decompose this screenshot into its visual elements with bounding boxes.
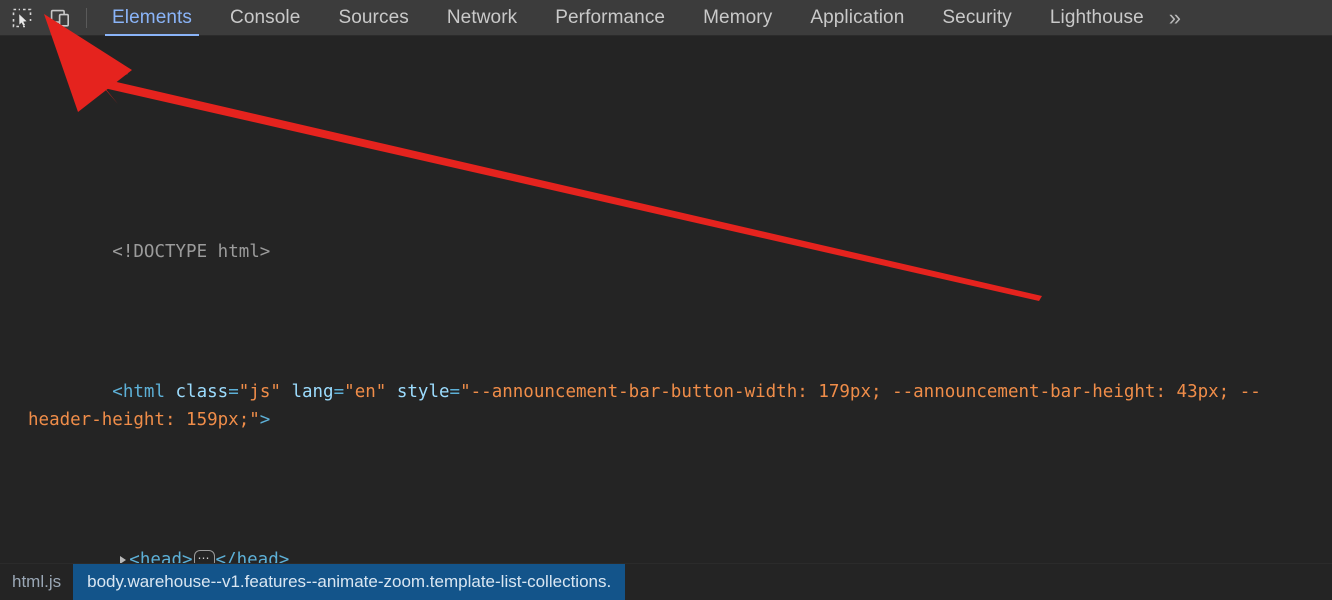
- tab-sources[interactable]: Sources: [319, 0, 427, 36]
- breadcrumb-item-html-label: html.js: [12, 572, 61, 592]
- devtools-tool-icons: [0, 0, 93, 36]
- tab-network[interactable]: Network: [428, 0, 536, 36]
- tab-lighthouse[interactable]: Lighthouse: [1031, 0, 1163, 36]
- devtools-tab-list: Elements Console Sources Network Perform…: [93, 0, 1332, 36]
- dom-node-head[interactable]: <head>⋯</head>: [0, 518, 1332, 546]
- toolbar-divider: [86, 8, 87, 28]
- tab-performance[interactable]: Performance: [536, 0, 684, 36]
- head-close-tag: </head>: [216, 550, 290, 564]
- breadcrumb-item-html[interactable]: html.js: [0, 564, 73, 600]
- tab-performance-label: Performance: [555, 7, 665, 29]
- tab-network-label: Network: [447, 7, 517, 29]
- tab-security[interactable]: Security: [923, 0, 1030, 36]
- tab-elements-label: Elements: [112, 7, 192, 29]
- tab-elements[interactable]: Elements: [93, 0, 211, 36]
- tab-console-label: Console: [230, 7, 300, 29]
- tab-application[interactable]: Application: [791, 0, 923, 36]
- html-attr-class-value: "js": [239, 382, 281, 402]
- dom-node-doctype[interactable]: <!DOCTYPE html>: [0, 210, 1332, 238]
- tab-lighthouse-label: Lighthouse: [1050, 7, 1144, 29]
- html-tag-open: <html: [112, 382, 175, 402]
- dom-node-html[interactable]: <html class="js" lang="en" style="--anno…: [0, 350, 1332, 406]
- inspect-element-glyph: [12, 8, 32, 28]
- breadcrumb-item-body-label: body.warehouse--v1.features--animate-zoo…: [87, 572, 611, 592]
- more-tabs-label: »: [1169, 5, 1181, 31]
- html-tag-close: >: [260, 410, 271, 430]
- html-attr-class-name: class: [176, 382, 229, 402]
- tab-console[interactable]: Console: [211, 0, 319, 36]
- html-attr-lang-value: "en": [344, 382, 386, 402]
- collapsed-children-badge[interactable]: ⋯: [194, 550, 215, 564]
- breadcrumb: html.js body.warehouse--v1.features--ani…: [0, 563, 1332, 600]
- dom-tree-pane[interactable]: <!DOCTYPE html> <html class="js" lang="e…: [0, 36, 1332, 564]
- head-open-tag: <head>: [129, 550, 192, 564]
- tab-sources-label: Sources: [338, 7, 408, 29]
- html-attr-lang-name: lang: [291, 382, 333, 402]
- tab-security-label: Security: [942, 7, 1011, 29]
- breadcrumb-item-body[interactable]: body.warehouse--v1.features--animate-zoo…: [73, 564, 625, 600]
- dom-tree: <!DOCTYPE html> <html class="js" lang="e…: [0, 92, 1332, 564]
- doctype-text: <!DOCTYPE html>: [112, 242, 270, 262]
- tab-memory[interactable]: Memory: [684, 0, 791, 36]
- html-attr-style-name: style: [397, 382, 450, 402]
- tab-application-label: Application: [810, 7, 904, 29]
- devtools-tabbar: Elements Console Sources Network Perform…: [0, 0, 1332, 36]
- device-toolbar-glyph: [50, 8, 70, 28]
- more-tabs-icon[interactable]: »: [1163, 0, 1191, 36]
- devtools-panel: Elements Console Sources Network Perform…: [0, 0, 1332, 600]
- device-toolbar-icon[interactable]: [46, 4, 74, 32]
- inspect-element-icon[interactable]: [8, 4, 36, 32]
- tab-memory-label: Memory: [703, 7, 772, 29]
